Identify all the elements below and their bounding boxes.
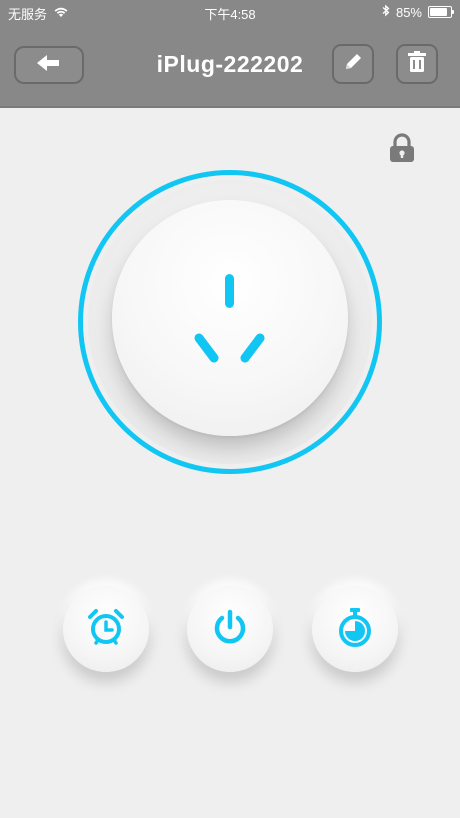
stopwatch-icon <box>334 605 376 654</box>
socket-pin-right <box>238 331 267 365</box>
app-screen: 无服务 下午4:58 85% iPlug-222202 <box>0 0 460 818</box>
countdown-button[interactable] <box>312 586 398 672</box>
power-icon <box>210 607 250 652</box>
timer-button[interactable] <box>63 586 149 672</box>
socket-pin-top <box>225 274 234 308</box>
power-button[interactable] <box>187 586 273 672</box>
alarm-clock-icon <box>84 605 128 654</box>
battery-percent: 85% <box>395 4 422 20</box>
bluetooth-icon <box>382 4 390 20</box>
battery-fill <box>430 8 447 16</box>
pencil-icon <box>342 51 364 78</box>
status-bar: 无服务 下午4:58 85% <box>0 0 460 24</box>
delete-button[interactable] <box>396 44 438 84</box>
arrow-left-icon <box>35 53 63 78</box>
trash-icon <box>406 50 428 79</box>
battery-icon <box>428 6 454 18</box>
socket-pin-left <box>192 331 221 365</box>
lock-icon[interactable] <box>388 133 416 163</box>
device-title: iPlug-222202 <box>156 51 304 77</box>
socket-button[interactable] <box>112 200 348 436</box>
back-button[interactable] <box>14 46 84 84</box>
header-bar: iPlug-222202 <box>0 24 460 108</box>
edit-button[interactable] <box>332 44 374 84</box>
